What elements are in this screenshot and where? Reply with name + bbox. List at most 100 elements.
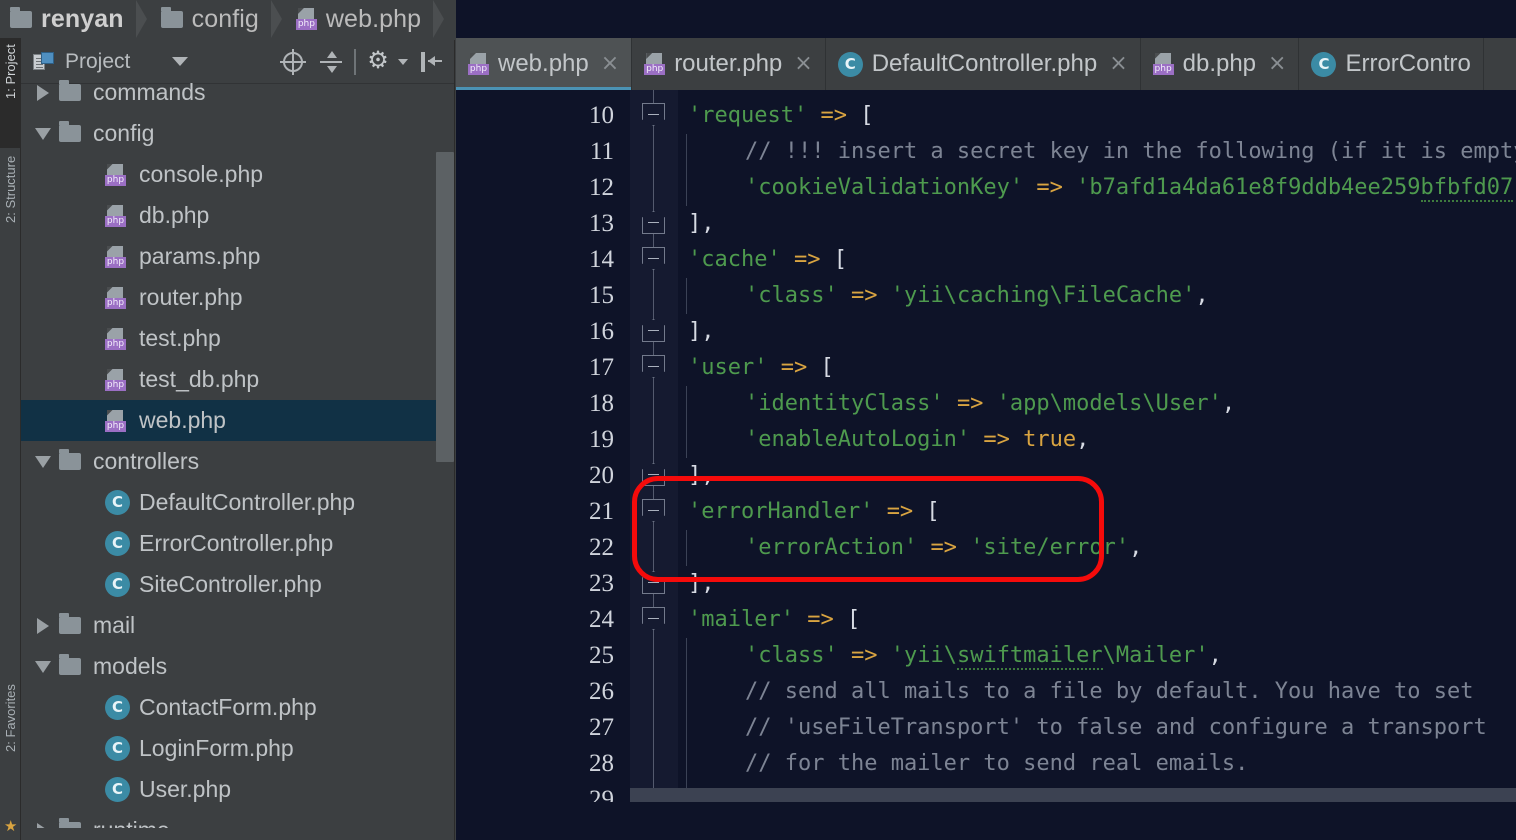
editor-tab[interactable]: php web.php × — [456, 38, 633, 90]
code-line[interactable]: 'identityClass' => 'app\models\User', — [745, 386, 1235, 422]
chevron-down-icon[interactable] — [31, 646, 55, 687]
project-panel-scrollbar[interactable] — [436, 152, 454, 462]
code-line[interactable]: 'errorAction' => 'site/error', — [745, 530, 1142, 566]
code-line[interactable]: 'class' => 'yii\caching\FileCache', — [745, 278, 1209, 314]
editor-gutter[interactable]: 10 11 12 13 14 15 16 17 18 19 20 21 22 23 24 25 26 27 28 29 — [456, 90, 630, 813]
php-file-icon: php — [468, 53, 490, 75]
code-token: 'request' — [688, 103, 808, 128]
tool-tab-project[interactable]: 1: Project — [0, 38, 21, 148]
code-line[interactable]: ], — [688, 314, 715, 350]
fold-end-icon[interactable] — [642, 103, 665, 126]
code-token: , — [1221, 391, 1236, 416]
chevron-right-icon[interactable] — [31, 605, 55, 646]
chevron-down-icon[interactable] — [398, 58, 408, 65]
editor-horizontal-scrollbar[interactable] — [630, 788, 1516, 802]
tree-row[interactable]: php console.php — [21, 154, 454, 195]
tool-tab-favorites[interactable]: 2: Favorites — [0, 678, 21, 808]
code-line[interactable]: 'cookieValidationKey' => 'b7afd1a4da61e8… — [745, 170, 1516, 206]
tree-row[interactable]: php params.php — [21, 236, 454, 277]
php-class-icon: C — [105, 777, 130, 802]
php-file-icon: php — [105, 409, 127, 432]
code-line[interactable]: 'cache' => [ — [688, 242, 847, 278]
code-line[interactable]: 'enableAutoLogin' => true, — [745, 422, 1089, 458]
code-line[interactable]: // for the mailer to send real emails. — [745, 746, 1248, 782]
editor-tab-bar[interactable]: php web.php × php router.php × C DefaultControl… — [456, 38, 1516, 90]
fold-end-icon[interactable] — [642, 355, 665, 378]
editor-code-area[interactable]: 'request' => [// !!! insert a secret key… — [678, 90, 1516, 802]
fold-start-icon[interactable] — [642, 463, 665, 486]
tree-row-label: User.php — [139, 776, 232, 802]
fold-end-icon[interactable] — [642, 247, 665, 270]
code-line[interactable]: 'class' => 'yii\swiftmailer\Mailer', — [745, 638, 1222, 674]
code-line[interactable]: 'user' => [ — [688, 350, 834, 386]
tree-row[interactable]: C ErrorController.php — [21, 523, 454, 564]
close-icon[interactable]: × — [1268, 53, 1286, 75]
close-icon[interactable]: × — [601, 53, 619, 75]
tree-row-label: runtime — [93, 817, 170, 828]
breadcrumb-item-config[interactable]: config — [151, 0, 263, 38]
editor-tab[interactable]: php router.php × — [632, 38, 826, 90]
tool-tab-structure[interactable]: 2: Structure — [0, 150, 21, 270]
tree-row[interactable]: C LoginForm.php — [21, 728, 454, 769]
tree-row[interactable]: runtime — [21, 810, 454, 828]
tree-row[interactable]: config — [21, 113, 454, 154]
code-token: => — [930, 535, 957, 560]
editor-tab[interactable]: C DefaultController.php × — [826, 38, 1141, 90]
tree-row[interactable]: php router.php — [21, 277, 454, 318]
tree-row[interactable]: C User.php — [21, 769, 454, 810]
tree-row[interactable]: C SiteController.php — [21, 564, 454, 605]
code-line[interactable]: // !!! insert a secret key in the follow… — [745, 134, 1516, 170]
tree-row[interactable]: php test_db.php — [21, 359, 454, 400]
tree-row[interactable]: commands — [21, 72, 454, 113]
chevron-down-icon[interactable] — [172, 57, 189, 66]
tree-row[interactable]: php test.php — [21, 318, 454, 359]
tree-row[interactable]: C ContactForm.php — [21, 687, 454, 728]
code-line[interactable]: 'mailer' => [ — [688, 602, 860, 638]
tree-row[interactable]: php db.php — [21, 195, 454, 236]
breadcrumb-item-webphp[interactable]: php web.php — [286, 0, 425, 38]
tree-row-label: params.php — [139, 243, 261, 269]
close-icon[interactable]: × — [1109, 53, 1127, 75]
fold-end-icon[interactable] — [642, 499, 665, 522]
fold-end-icon[interactable] — [642, 607, 665, 630]
chevron-right-icon[interactable] — [31, 810, 55, 828]
fold-start-icon[interactable] — [642, 211, 665, 234]
tree-row-label: web.php — [139, 407, 226, 433]
code-line[interactable]: ], — [688, 206, 715, 242]
tree-row[interactable]: C DefaultController.php — [21, 482, 454, 523]
code-line[interactable]: // 'useFileTransport' to false and confi… — [745, 710, 1487, 746]
tree-row-label: SiteController.php — [139, 571, 322, 597]
editor-fold-column[interactable] — [630, 90, 678, 802]
indent-guide — [686, 530, 687, 566]
project-icon — [33, 51, 55, 72]
tree-row[interactable]: mail — [21, 605, 454, 646]
line-number: 13 — [589, 210, 614, 237]
code-line[interactable]: 'errorHandler' => [ — [688, 494, 940, 530]
editor-tab[interactable]: C ErrorContro — [1299, 38, 1484, 90]
chevron-down-icon[interactable] — [31, 441, 55, 482]
close-icon[interactable]: × — [794, 53, 812, 75]
editor-tab[interactable]: php db.php × — [1141, 38, 1300, 90]
code-token: => — [886, 499, 914, 524]
chevron-down-icon[interactable] — [31, 113, 55, 154]
tree-row-label: db.php — [139, 202, 210, 228]
breadcrumb-separator-icon — [270, 0, 282, 38]
code-line[interactable]: 'request' => [ — [688, 98, 873, 134]
code-line[interactable]: ], — [688, 458, 715, 494]
chevron-right-icon[interactable] — [31, 72, 55, 113]
code-line[interactable]: ], — [688, 566, 715, 602]
fold-start-icon[interactable] — [642, 571, 665, 594]
fold-start-icon[interactable] — [642, 319, 665, 342]
tree-row[interactable]: models — [21, 646, 454, 687]
tree-row[interactable]: controllers — [21, 441, 454, 482]
project-tree[interactable]: commands config php console.php php db.php php… — [21, 72, 454, 828]
code-line[interactable]: // send all mails to a file by default. … — [745, 674, 1473, 710]
tree-row[interactable]: php web.php — [21, 400, 454, 441]
breadcrumb-item-renyan[interactable]: renyan — [0, 0, 128, 38]
